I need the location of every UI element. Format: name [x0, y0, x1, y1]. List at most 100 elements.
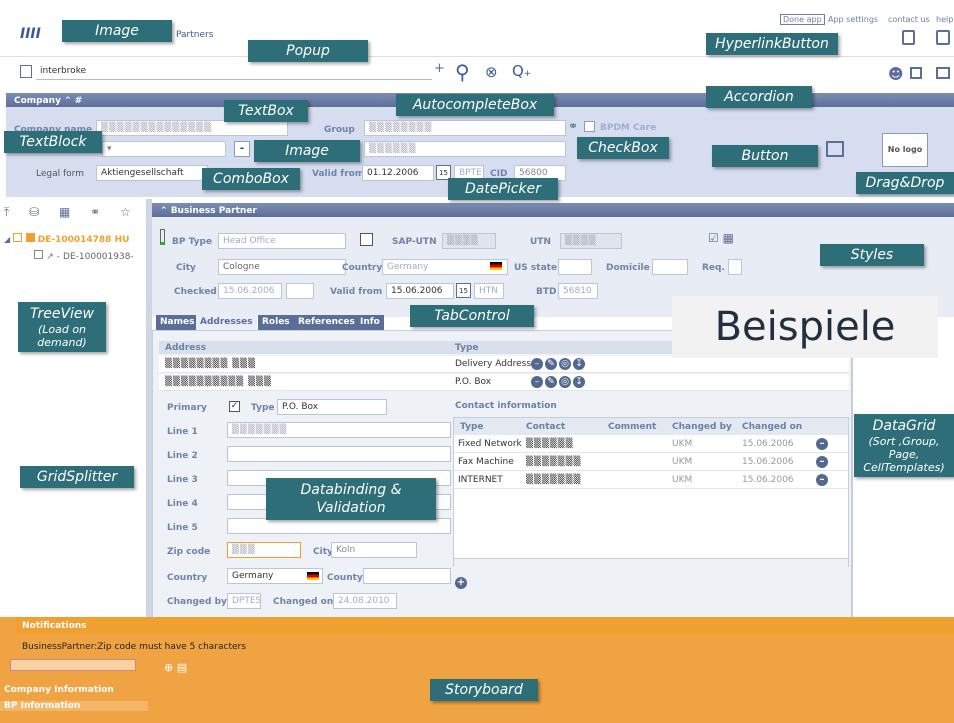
checklist-icon[interactable]: ☑ ▦	[708, 231, 734, 245]
contact-col-changed-on[interactable]: Changed on	[742, 422, 802, 432]
city-field[interactable]: Cologne	[218, 259, 346, 275]
line1-field[interactable]: ▒▒▒▒▒▒▒	[227, 422, 451, 438]
checked-label: Checked	[174, 287, 217, 297]
us-state-field[interactable]	[558, 259, 592, 275]
top-link-settings[interactable]: App settings	[828, 15, 878, 24]
form-country-label: Country	[167, 573, 208, 583]
bp-valid-from-field[interactable]: 15.06.2006	[386, 283, 454, 299]
export-icon[interactable]	[910, 67, 922, 79]
line2-field[interactable]	[227, 446, 451, 462]
add-icon[interactable]: +	[434, 61, 445, 76]
address-row-1-actions[interactable]: – ✎ ◎ ↧	[531, 358, 587, 370]
bp-calendar-icon[interactable]: 15	[456, 283, 471, 298]
top-link-contact[interactable]: contact us	[888, 15, 930, 24]
clear-icon[interactable]: ⊗	[485, 63, 498, 81]
bp-type-field[interactable]: Head Office	[218, 233, 346, 249]
tab-references[interactable]: References	[294, 315, 359, 330]
tab-addresses[interactable]: Addresses	[196, 315, 257, 330]
contact-grid: Type Contact Comment Changed by Changed …	[453, 417, 849, 567]
contact-row-3[interactable]: INTERNET ▒▒▒▒▒▒▒ UKM 15.06.2006 –	[454, 472, 848, 489]
address-row-1[interactable]: ▒▒▒▒▒▒▒▒ ▒▒▒ Delivery Address – ✎ ◎ ↧	[159, 356, 849, 373]
filter-icon[interactable]	[20, 65, 32, 78]
tab-names[interactable]: Names	[156, 315, 199, 330]
req-field[interactable]	[728, 259, 742, 275]
btd-field[interactable]: 56810	[558, 283, 598, 299]
tab-info[interactable]: Info	[356, 315, 384, 330]
company-name-field[interactable]: ▒▒▒▒▒▒▒▒▒▒▒▒▒▒	[96, 120, 288, 136]
top-link-done[interactable]: Done app	[780, 14, 825, 25]
contact-row-1-delete-button[interactable]: –	[816, 438, 828, 450]
group-field[interactable]: ▒▒▒▒▒▒▒▒	[364, 120, 566, 136]
top-link-help[interactable]: help	[936, 15, 953, 24]
user-icon[interactable]: ☻	[888, 65, 904, 83]
notification-message: BusinessPartner:Zip code must have 5 cha…	[22, 642, 246, 652]
legal-form-combobox[interactable]: Aktiengesellschaft	[96, 165, 208, 181]
utn-field[interactable]: ▒▒▒▒	[560, 233, 622, 249]
no-logo-box[interactable]: No logo	[882, 133, 928, 167]
label-gridsplitter: GridSplitter	[20, 466, 134, 488]
bpdm-label: BPDM Care	[600, 123, 657, 133]
htn-field[interactable]: HTN	[474, 283, 504, 299]
form-city-field[interactable]: Koln	[331, 542, 417, 558]
primary-checkbox[interactable]: ✓	[229, 401, 240, 412]
search-input[interactable]: interbroke	[36, 64, 432, 80]
image-field[interactable]: ▒▒▒▒▒▒	[364, 141, 566, 157]
type-combobox[interactable]: P.O. Box	[277, 399, 387, 415]
contact-row-2[interactable]: Fax Machine ▒▒▒▒▒▒▒ UKM 15.06.2006 –	[454, 454, 848, 471]
line3-label: Line 3	[167, 475, 198, 485]
line1-label: Line 1	[167, 427, 198, 437]
tree-node-1[interactable]: ◢ DE-100014788 HU	[4, 233, 146, 246]
checked-extra-field[interactable]	[286, 283, 314, 299]
contact-row-1[interactable]: Fixed Network ▒▒▒▒▒▒ UKM 15.06.2006 –	[454, 436, 848, 453]
sap-utn-label: SAP-UTN	[392, 237, 437, 247]
bp-accordion-header[interactable]: ⌃ Business Partner	[152, 203, 954, 217]
company-valid-from-field[interactable]: 01.12.2006	[362, 165, 434, 181]
app-window: IIII Partners Done app App settings cont…	[0, 0, 954, 723]
zip-field[interactable]: ▒▒▒	[227, 542, 301, 558]
checked-field[interactable]: 15.06.2006	[218, 283, 282, 299]
city-label: City	[176, 263, 196, 273]
bpdm-checkbox[interactable]	[584, 121, 595, 132]
sap-utn-field[interactable]: ▒▒▒▒	[442, 233, 496, 249]
contact-col-changed-by[interactable]: Changed by	[672, 422, 732, 432]
contact-row-1-changed-by: UKM	[672, 439, 693, 449]
tree-node-2[interactable]: ↗ - DE-100001938-	[34, 250, 146, 262]
addresses-content: Address Type ▒▒▒▒▒▒▒▒ ▒▒▒ Delivery Addre…	[152, 330, 852, 630]
calculator-icon[interactable]	[902, 30, 915, 45]
add-contact-button[interactable]: +	[455, 577, 467, 589]
tab-roles[interactable]: Roles	[258, 315, 294, 330]
textblock-combobox[interactable]: ▾	[102, 141, 226, 157]
country-label: Country	[342, 263, 383, 273]
contact-row-2-changed-on: 15.06.2006	[742, 457, 794, 467]
line5-label: Line 5	[167, 523, 198, 533]
nav-company-information[interactable]: Company Information	[4, 685, 148, 695]
search-add-icon[interactable]: Q+	[512, 62, 531, 80]
contact-col-contact[interactable]: Contact	[526, 422, 565, 432]
contact-row-3-type: INTERNET	[458, 475, 503, 485]
address-row-2[interactable]: ▒▒▒▒▒▒▒▒▒▒ ▒▒▒ P.O. Box – ✎ ◎ ↧	[159, 374, 849, 391]
search-icon[interactable]: ⚲	[455, 60, 470, 84]
contact-col-type[interactable]: Type	[460, 422, 483, 432]
status-indicator	[160, 229, 165, 245]
contact-row-1-changed-on: 15.06.2006	[742, 439, 794, 449]
nav-bp-information[interactable]: BP Information	[0, 701, 148, 711]
county-field[interactable]	[363, 568, 451, 584]
contact-row-3-delete-button[interactable]: –	[816, 474, 828, 486]
county-label: County	[327, 573, 363, 583]
left-nav-icons[interactable]: ⊕ ▤	[164, 661, 187, 674]
link-icon[interactable]: ⚭	[568, 119, 578, 133]
contact-row-2-delete-button[interactable]: –	[816, 456, 828, 468]
form-city-label: City	[313, 547, 333, 557]
drag-drop-icon[interactable]	[826, 141, 844, 157]
print-icon[interactable]	[936, 30, 950, 45]
notifications-panel: Notifications BusinessPartner:Zip code m…	[0, 617, 954, 723]
contact-grid-scrollbar[interactable]	[454, 558, 848, 567]
left-nav-search[interactable]	[10, 659, 136, 671]
bp-type-checkbox[interactable]	[360, 233, 373, 246]
contact-col-comment[interactable]: Comment	[608, 422, 656, 432]
minus-button[interactable]: -	[234, 141, 250, 157]
address-row-2-actions[interactable]: – ✎ ◎ ↧	[531, 376, 587, 388]
domicile-field[interactable]	[652, 259, 688, 275]
line5-field[interactable]	[227, 518, 451, 534]
copy-icon[interactable]	[936, 67, 950, 79]
